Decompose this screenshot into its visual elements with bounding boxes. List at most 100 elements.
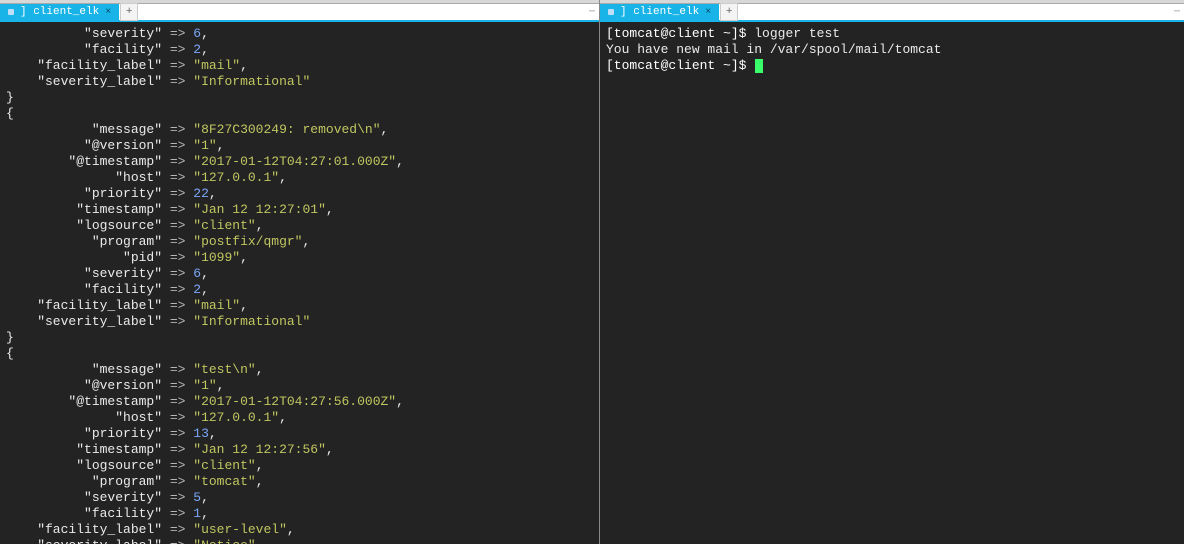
token-key: "facility_label": [6, 298, 162, 313]
token-str: "2017-01-12T04:27:01.000Z": [193, 154, 396, 169]
token-punct: ,: [256, 474, 264, 489]
left-terminal[interactable]: "severity" => 6, "facility" => 2, "facil…: [0, 22, 599, 544]
terminal-line: }: [6, 330, 593, 346]
token-arrow: =>: [170, 506, 186, 521]
token-arrow: =>: [170, 426, 186, 441]
token-punct: ,: [201, 282, 209, 297]
token-punct: }: [6, 330, 14, 345]
token-punct: ,: [217, 378, 225, 393]
terminal-line: "@version" => "1",: [6, 378, 593, 394]
close-icon[interactable]: ×: [705, 7, 711, 18]
token-num: 2: [193, 282, 201, 297]
token-arrow: =>: [170, 394, 186, 409]
token-str: "Informational": [193, 314, 310, 329]
token-plain: [162, 42, 170, 57]
left-tabbar: ] client_elk × + ⋯: [0, 4, 599, 22]
close-icon[interactable]: ×: [105, 7, 111, 18]
token-punct: ,: [279, 410, 287, 425]
token-str: "127.0.0.1": [193, 170, 279, 185]
window-controls-icon[interactable]: ⋯: [585, 6, 599, 18]
token-key: "severity_label": [6, 314, 162, 329]
terminal-line: "severity" => 5,: [6, 490, 593, 506]
right-terminal[interactable]: [tomcat@client ~]$ logger testYou have n…: [600, 22, 1184, 544]
token-num: 1: [193, 506, 201, 521]
token-plain: [162, 506, 170, 521]
token-punct: ,: [302, 234, 310, 249]
token-str: "postfix/qmgr": [193, 234, 302, 249]
token-plain: logger test: [754, 26, 840, 41]
token-punct: {: [6, 346, 14, 361]
token-num: 22: [193, 186, 209, 201]
token-plain: [162, 378, 170, 393]
token-str: "mail": [193, 298, 240, 313]
token-key: "timestamp": [6, 442, 162, 457]
token-str: "client": [193, 458, 255, 473]
token-punct: ,: [326, 202, 334, 217]
token-num: 6: [193, 266, 201, 281]
token-punct: }: [6, 90, 14, 105]
terminal-line: [tomcat@client ~]$: [606, 58, 1178, 74]
token-plain: [162, 426, 170, 441]
token-key: "message": [6, 362, 162, 377]
terminal-line: "severity_label" => "Informational": [6, 74, 593, 90]
token-key: "logsource": [6, 218, 162, 233]
terminal-line: "program" => "tomcat",: [6, 474, 593, 490]
window-controls-icon[interactable]: ⋯: [1170, 6, 1184, 18]
token-prompt: [tomcat@client ~]$: [606, 26, 754, 41]
token-plain: [162, 218, 170, 233]
terminal-line: "facility" => 2,: [6, 282, 593, 298]
terminal-line: "severity" => 6,: [6, 266, 593, 282]
terminal-line: "@version" => "1",: [6, 138, 593, 154]
token-arrow: =>: [170, 458, 186, 473]
token-punct: ,: [217, 138, 225, 153]
token-str: "Informational": [193, 74, 310, 89]
token-str: "8F27C300249: removed\n": [193, 122, 380, 137]
token-plain: [162, 186, 170, 201]
terminal-line: "host" => "127.0.0.1",: [6, 170, 593, 186]
token-arrow: =>: [170, 410, 186, 425]
token-str: "1099": [193, 250, 240, 265]
token-plain: [162, 58, 170, 73]
token-plain: [162, 314, 170, 329]
tab-dot-icon: [608, 9, 614, 15]
terminal-line: "@timestamp" => "2017-01-12T04:27:56.000…: [6, 394, 593, 410]
terminal-line: "facility" => 1,: [6, 506, 593, 522]
token-plain: [162, 522, 170, 537]
token-key: "severity": [6, 490, 162, 505]
token-num: 2: [193, 42, 201, 57]
token-arrow: =>: [170, 442, 186, 457]
token-key: "timestamp": [6, 202, 162, 217]
token-plain: [162, 74, 170, 89]
tab-client-elk-right[interactable]: ] client_elk ×: [600, 4, 719, 20]
token-arrow: =>: [170, 298, 186, 313]
token-num: 5: [193, 490, 201, 505]
token-punct: ,: [201, 506, 209, 521]
token-key: "@timestamp": [6, 154, 162, 169]
add-tab-button[interactable]: +: [720, 3, 738, 21]
right-tabbar: ] client_elk × + ⋯: [600, 4, 1184, 22]
token-str: "Jan 12 12:27:01": [193, 202, 326, 217]
token-punct: ,: [256, 218, 264, 233]
terminal-line: "message" => "8F27C300249: removed\n",: [6, 122, 593, 138]
token-punct: ,: [201, 490, 209, 505]
token-plain: [162, 298, 170, 313]
token-punct: ,: [209, 186, 217, 201]
terminal-line: "priority" => 22,: [6, 186, 593, 202]
terminal-line: "facility" => 2,: [6, 42, 593, 58]
token-arrow: =>: [170, 282, 186, 297]
add-tab-button[interactable]: +: [120, 3, 138, 21]
terminal-line: "logsource" => "client",: [6, 218, 593, 234]
terminal-line: "timestamp" => "Jan 12 12:27:56",: [6, 442, 593, 458]
token-arrow: =>: [170, 522, 186, 537]
token-punct: ,: [201, 26, 209, 41]
token-arrow: =>: [170, 122, 186, 137]
terminal-line: "severity_label" => "Informational": [6, 314, 593, 330]
terminal-line: You have new mail in /var/spool/mail/tom…: [606, 42, 1178, 58]
token-plain: [162, 442, 170, 457]
tab-title: ] client_elk: [620, 6, 699, 18]
token-key: "severity_label": [6, 74, 162, 89]
plus-icon: +: [726, 6, 733, 18]
token-num: 13: [193, 426, 209, 441]
token-punct: ,: [326, 442, 334, 457]
tab-client-elk-left[interactable]: ] client_elk ×: [0, 4, 119, 20]
